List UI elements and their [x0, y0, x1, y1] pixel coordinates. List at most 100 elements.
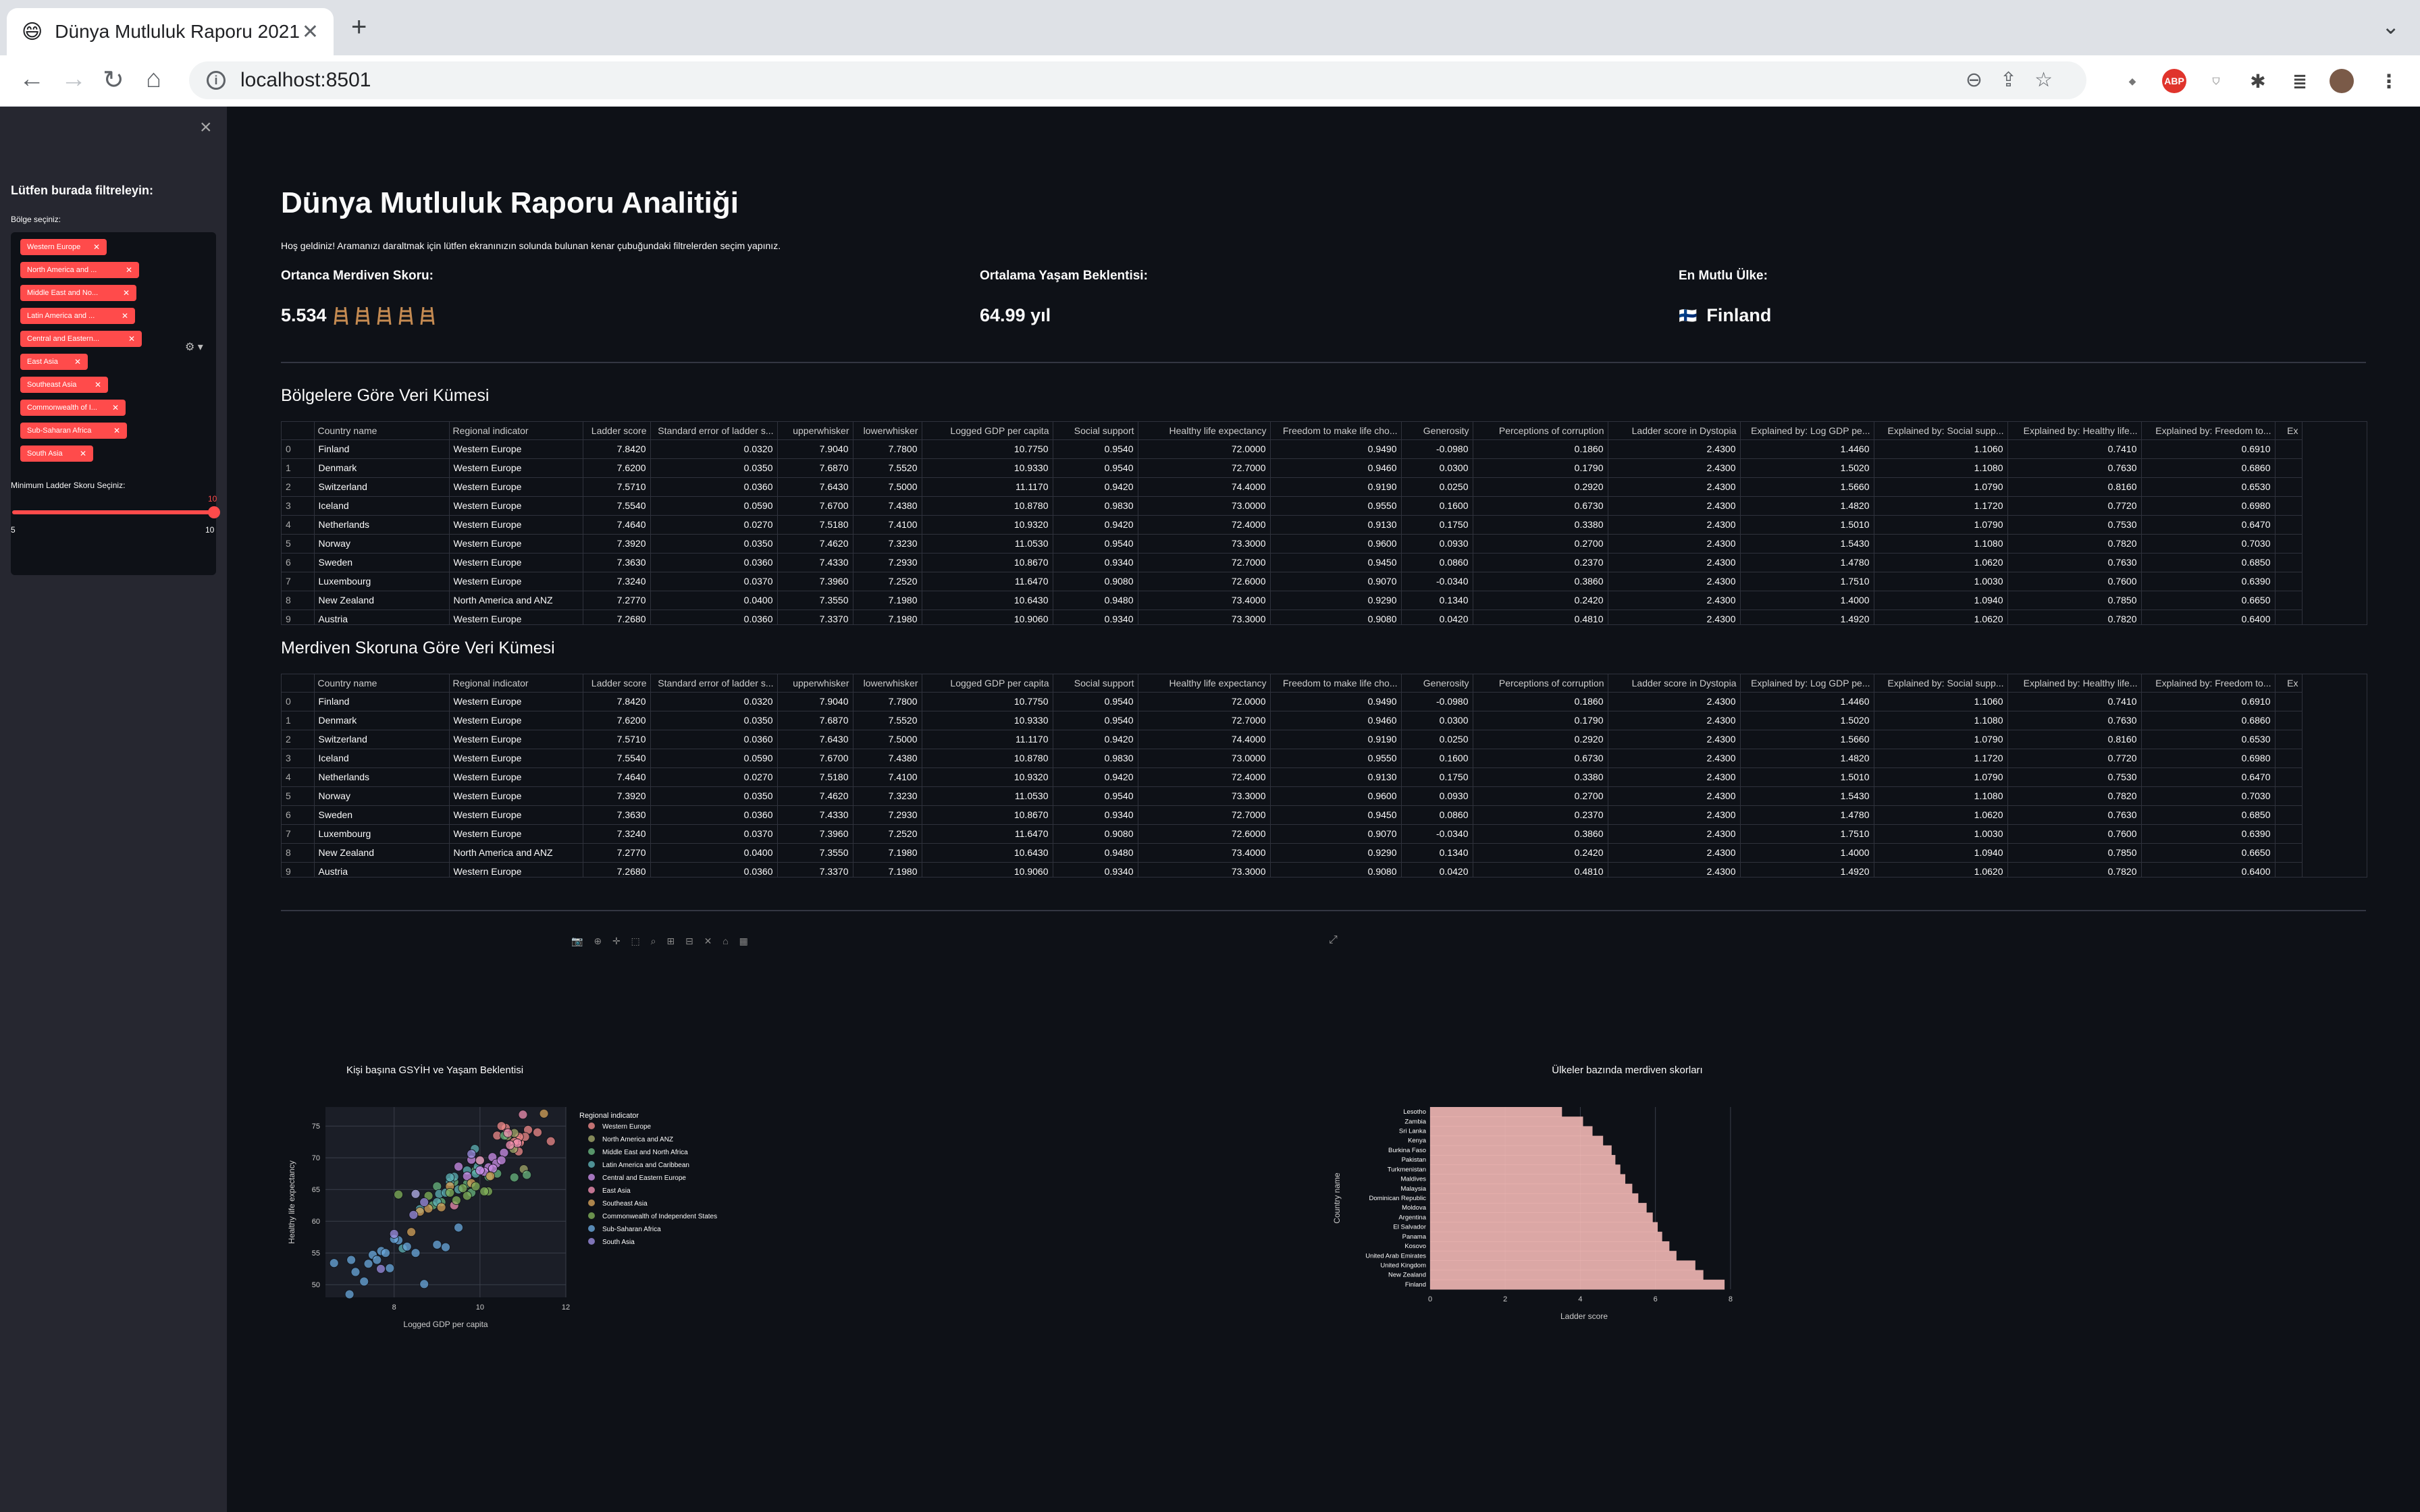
table-cell[interactable]: 0.3380 [1473, 515, 1608, 535]
table-cell[interactable]: 1.1080 [1874, 534, 2008, 554]
table-cell[interactable]: 1.4780 [1740, 553, 1874, 572]
column-header[interactable]: Perceptions of corruption [1473, 674, 1608, 693]
table-cell[interactable]: 74.4000 [1138, 730, 1271, 749]
column-header[interactable]: Logged GDP per capita [922, 422, 1053, 440]
table-cell[interactable]: -0.0980 [1401, 692, 1473, 711]
table-cell[interactable]: 10.9330 [922, 711, 1053, 730]
table-cell[interactable]: 1.0620 [1874, 862, 2008, 877]
table-cell[interactable]: 0.7630 [2007, 458, 2142, 478]
table-cell[interactable]: 0.9340 [1053, 805, 1138, 825]
table-cell[interactable]: 72.7000 [1138, 711, 1271, 730]
table-cell[interactable]: 7.5180 [777, 767, 853, 787]
table-cell[interactable]: 0.0350 [650, 711, 778, 730]
table-cell[interactable]: 0.0350 [650, 458, 778, 478]
table-cell[interactable]: 7.6200 [583, 458, 651, 478]
table-cell[interactable]: 0.7600 [2007, 824, 2142, 844]
table-cell[interactable]: Sweden [314, 553, 450, 572]
table-cell[interactable]: 7.1980 [853, 843, 922, 863]
table-cell[interactable]: 0.7630 [2007, 553, 2142, 572]
table-cell[interactable]: 2.4300 [1608, 591, 1741, 610]
table-cell[interactable]: 1.0790 [1874, 767, 2008, 787]
table-cell[interactable]: Austria [314, 862, 450, 877]
remove-chip-icon[interactable]: ✕ [74, 357, 81, 367]
table-cell[interactable]: 7.4100 [853, 767, 922, 787]
table-cell[interactable]: 0.0420 [1401, 862, 1473, 877]
table-cell[interactable]: 73.0000 [1138, 496, 1271, 516]
dropbox-icon[interactable]: ◆ [2120, 69, 2145, 93]
region-chip[interactable]: South Asia ✕ [20, 446, 93, 462]
adblock-plus-icon[interactable]: ABP [2162, 69, 2186, 93]
table-cell[interactable]: 7.5540 [583, 496, 651, 516]
table-cell[interactable]: 2.4300 [1608, 711, 1741, 730]
table-cell[interactable]: 0.7820 [2007, 610, 2142, 624]
table-cell[interactable]: 0.9080 [1270, 862, 1402, 877]
table-cell[interactable]: 7.4330 [777, 805, 853, 825]
table-cell[interactable]: 0.1340 [1401, 591, 1473, 610]
column-header[interactable]: Ladder score [583, 422, 651, 440]
table-cell[interactable]: 11.0530 [922, 534, 1053, 554]
table-cell[interactable]: 73.3000 [1138, 786, 1271, 806]
table-cell[interactable] [2275, 767, 2303, 787]
table-cell[interactable]: 1.4820 [1740, 749, 1874, 768]
table-cell[interactable]: 0.9420 [1053, 767, 1138, 787]
table-cell[interactable] [2275, 477, 2303, 497]
table-cell[interactable]: 7.5520 [853, 711, 922, 730]
table-cell[interactable]: 1.4820 [1740, 496, 1874, 516]
table-cell[interactable]: 7.9040 [777, 439, 853, 459]
table-cell[interactable]: North America and ANZ [449, 591, 583, 610]
table-cell[interactable]: 7.3240 [583, 824, 651, 844]
table-cell[interactable]: 0.9420 [1053, 477, 1138, 497]
table-cell[interactable] [2275, 553, 2303, 572]
zoom-icon[interactable]: ⊖ [1966, 69, 2000, 91]
table-row[interactable]: 2 Switzerland Western Europe 7.5710 0.0360 7.… [282, 730, 2303, 749]
region-chip[interactable]: Southeast Asia ✕ [20, 377, 108, 393]
table-cell[interactable]: 73.0000 [1138, 749, 1271, 768]
table-cell[interactable]: 7.6870 [777, 711, 853, 730]
table-cell[interactable]: 72.7000 [1138, 458, 1271, 478]
table-cell[interactable]: 1.0030 [1874, 572, 2008, 591]
table-cell[interactable]: Netherlands [314, 515, 450, 535]
table-row[interactable]: 4 Netherlands Western Europe 7.4640 0.0270 7.… [282, 515, 2303, 535]
column-header[interactable]: Ladder score in Dystopia [1608, 422, 1741, 440]
table-cell[interactable]: 2.4300 [1608, 692, 1741, 711]
table-cell[interactable]: 5 [282, 786, 315, 806]
table-cell[interactable]: 0.0370 [650, 824, 778, 844]
table-cell[interactable]: 0.0250 [1401, 477, 1473, 497]
table-cell[interactable]: Western Europe [449, 572, 583, 591]
table-cell[interactable]: 4 [282, 515, 315, 535]
table-cell[interactable]: 0.9540 [1053, 711, 1138, 730]
table-cell[interactable]: 7.5000 [853, 477, 922, 497]
column-header[interactable]: Ex [2275, 674, 2303, 693]
table-cell[interactable]: 7.3960 [777, 572, 853, 591]
table-cell[interactable]: 0.6910 [2141, 439, 2276, 459]
table-cell[interactable]: 0.9450 [1270, 805, 1402, 825]
table-cell[interactable]: 0.0860 [1401, 553, 1473, 572]
table-cell[interactable]: 1.1080 [1874, 711, 2008, 730]
table-cell[interactable]: 0.2920 [1473, 477, 1608, 497]
table-row[interactable]: 1 Denmark Western Europe 7.6200 0.0350 7.6870… [282, 711, 2303, 730]
table-cell[interactable]: 0.9340 [1053, 862, 1138, 877]
table-cell[interactable]: 10.8780 [922, 749, 1053, 768]
table-cell[interactable]: 72.0000 [1138, 692, 1271, 711]
table-cell[interactable]: 1.4920 [1740, 862, 1874, 877]
table-cell[interactable]: 7.1980 [853, 610, 922, 624]
table-cell[interactable]: 0.9290 [1270, 843, 1402, 863]
table-cell[interactable]: 7.7800 [853, 692, 922, 711]
table-cell[interactable]: 0.9460 [1270, 458, 1402, 478]
table-cell[interactable]: 1.1060 [1874, 439, 2008, 459]
table-cell[interactable]: Iceland [314, 749, 450, 768]
table-cell[interactable]: 0.7530 [2007, 767, 2142, 787]
region-dataframe[interactable]: Country name Regional indicator Ladder sco… [281, 421, 2367, 625]
table-row[interactable]: 6 Sweden Western Europe 7.3630 0.0360 7.4330 7… [282, 805, 2303, 825]
table-cell[interactable]: 0.6860 [2141, 711, 2276, 730]
column-header[interactable]: Healthy life expectancy [1138, 674, 1271, 693]
table-cell[interactable]: 7.2930 [853, 805, 922, 825]
table-row[interactable]: 0 Finland Western Europe 7.8420 0.0320 7.9040… [282, 692, 2303, 711]
column-header[interactable]: Explained by: Social supp... [1874, 422, 2008, 440]
table-row[interactable]: 4 Netherlands Western Europe 7.4640 0.0270 7.… [282, 767, 2303, 787]
table-cell[interactable]: Luxembourg [314, 824, 450, 844]
region-chip[interactable]: East Asia ✕ [20, 354, 88, 370]
table-cell[interactable]: 0.6860 [2141, 458, 2276, 478]
table-cell[interactable]: 73.4000 [1138, 591, 1271, 610]
table-cell[interactable]: Norway [314, 534, 450, 554]
